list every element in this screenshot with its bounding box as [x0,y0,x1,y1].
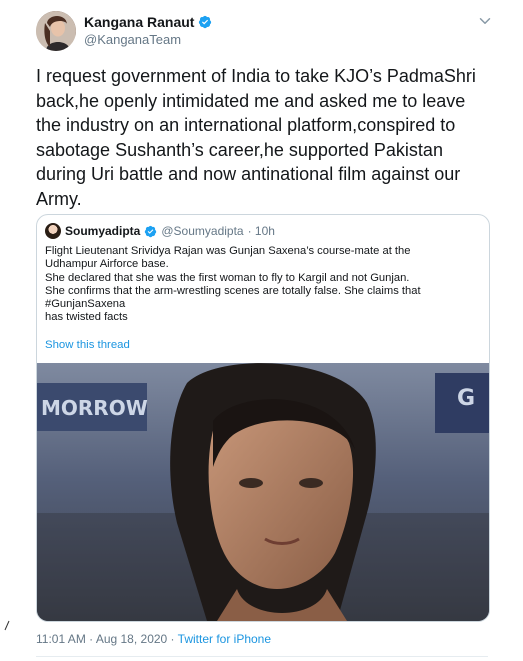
quoted-tweet[interactable]: Soumyadipta @Soumyadipta · 10h Flight Li… [36,214,490,622]
tweet-text-line: the industry on an international platfor… [36,115,456,135]
quoted-author-avatar [45,223,61,239]
quoted-author-name: Soumyadipta [65,224,141,238]
tweet-footer: 11:01 AM · Aug 18, 2020 · Twitter for iP… [36,632,271,646]
quoted-text-line: Udhampur Airforce base. [45,258,169,271]
tweet-card: Kangana Ranaut @KanganaTeam I request go… [0,0,523,661]
tweet-text-line: sabotage Sushanth’s career,he supported … [36,139,443,160]
tweet-text: I request government of India to take KJ… [36,64,496,211]
quoted-text-line: She confirms that the arm-wrestling scen… [45,284,421,297]
tweet-source-link[interactable]: Twitter for iPhone [178,632,271,646]
show-thread-link[interactable]: Show this thread [45,339,130,351]
quoted-text-line: Flight Lieutenant Srividya Rajan was Gun… [45,245,411,257]
image-sign-text-right: G [457,386,475,411]
avatar-portrait [36,11,76,51]
verified-badge-icon [145,225,157,237]
image-sign-text-left: MORROW [41,396,148,420]
quoted-tweet-text: Flight Lieutenant Srividya Rajan was Gun… [45,245,481,325]
quoted-tweet-header: Soumyadipta @Soumyadipta · 10h [45,223,275,239]
quoted-text-line: #GunjanSaxena [45,298,126,311]
tweet-text-line: I request government of India to take KJ… [36,66,476,86]
quoted-tweet-image[interactable]: MORROW G [37,363,489,621]
tweet-text-line: during Uri battle and now antinational f… [36,164,461,184]
author-name-row: Kangana Ranaut [84,14,212,30]
quoted-text-line: has twisted facts [45,311,128,324]
author-handle[interactable]: @KanganaTeam [84,32,181,47]
divider [36,656,488,657]
tweet-timestamp[interactable]: 11:01 AM · Aug 18, 2020 · [36,632,178,646]
page-edge-mark [4,620,10,631]
tweet-text-line: Army. [36,188,82,209]
tweet-text-line: back,he openly intimidated me and asked … [36,90,466,111]
quoted-text-line: She declared that she was the first woma… [45,271,410,284]
quoted-tweet-time: · 10h [247,224,275,238]
chevron-down-icon[interactable] [476,12,494,30]
author-display-name[interactable]: Kangana Ranaut [84,14,194,30]
verified-badge-icon [199,15,212,29]
author-avatar[interactable] [36,11,76,51]
photo-woman-portrait: MORROW G [37,363,489,621]
quoted-author-handle: @Soumyadipta [161,224,244,238]
